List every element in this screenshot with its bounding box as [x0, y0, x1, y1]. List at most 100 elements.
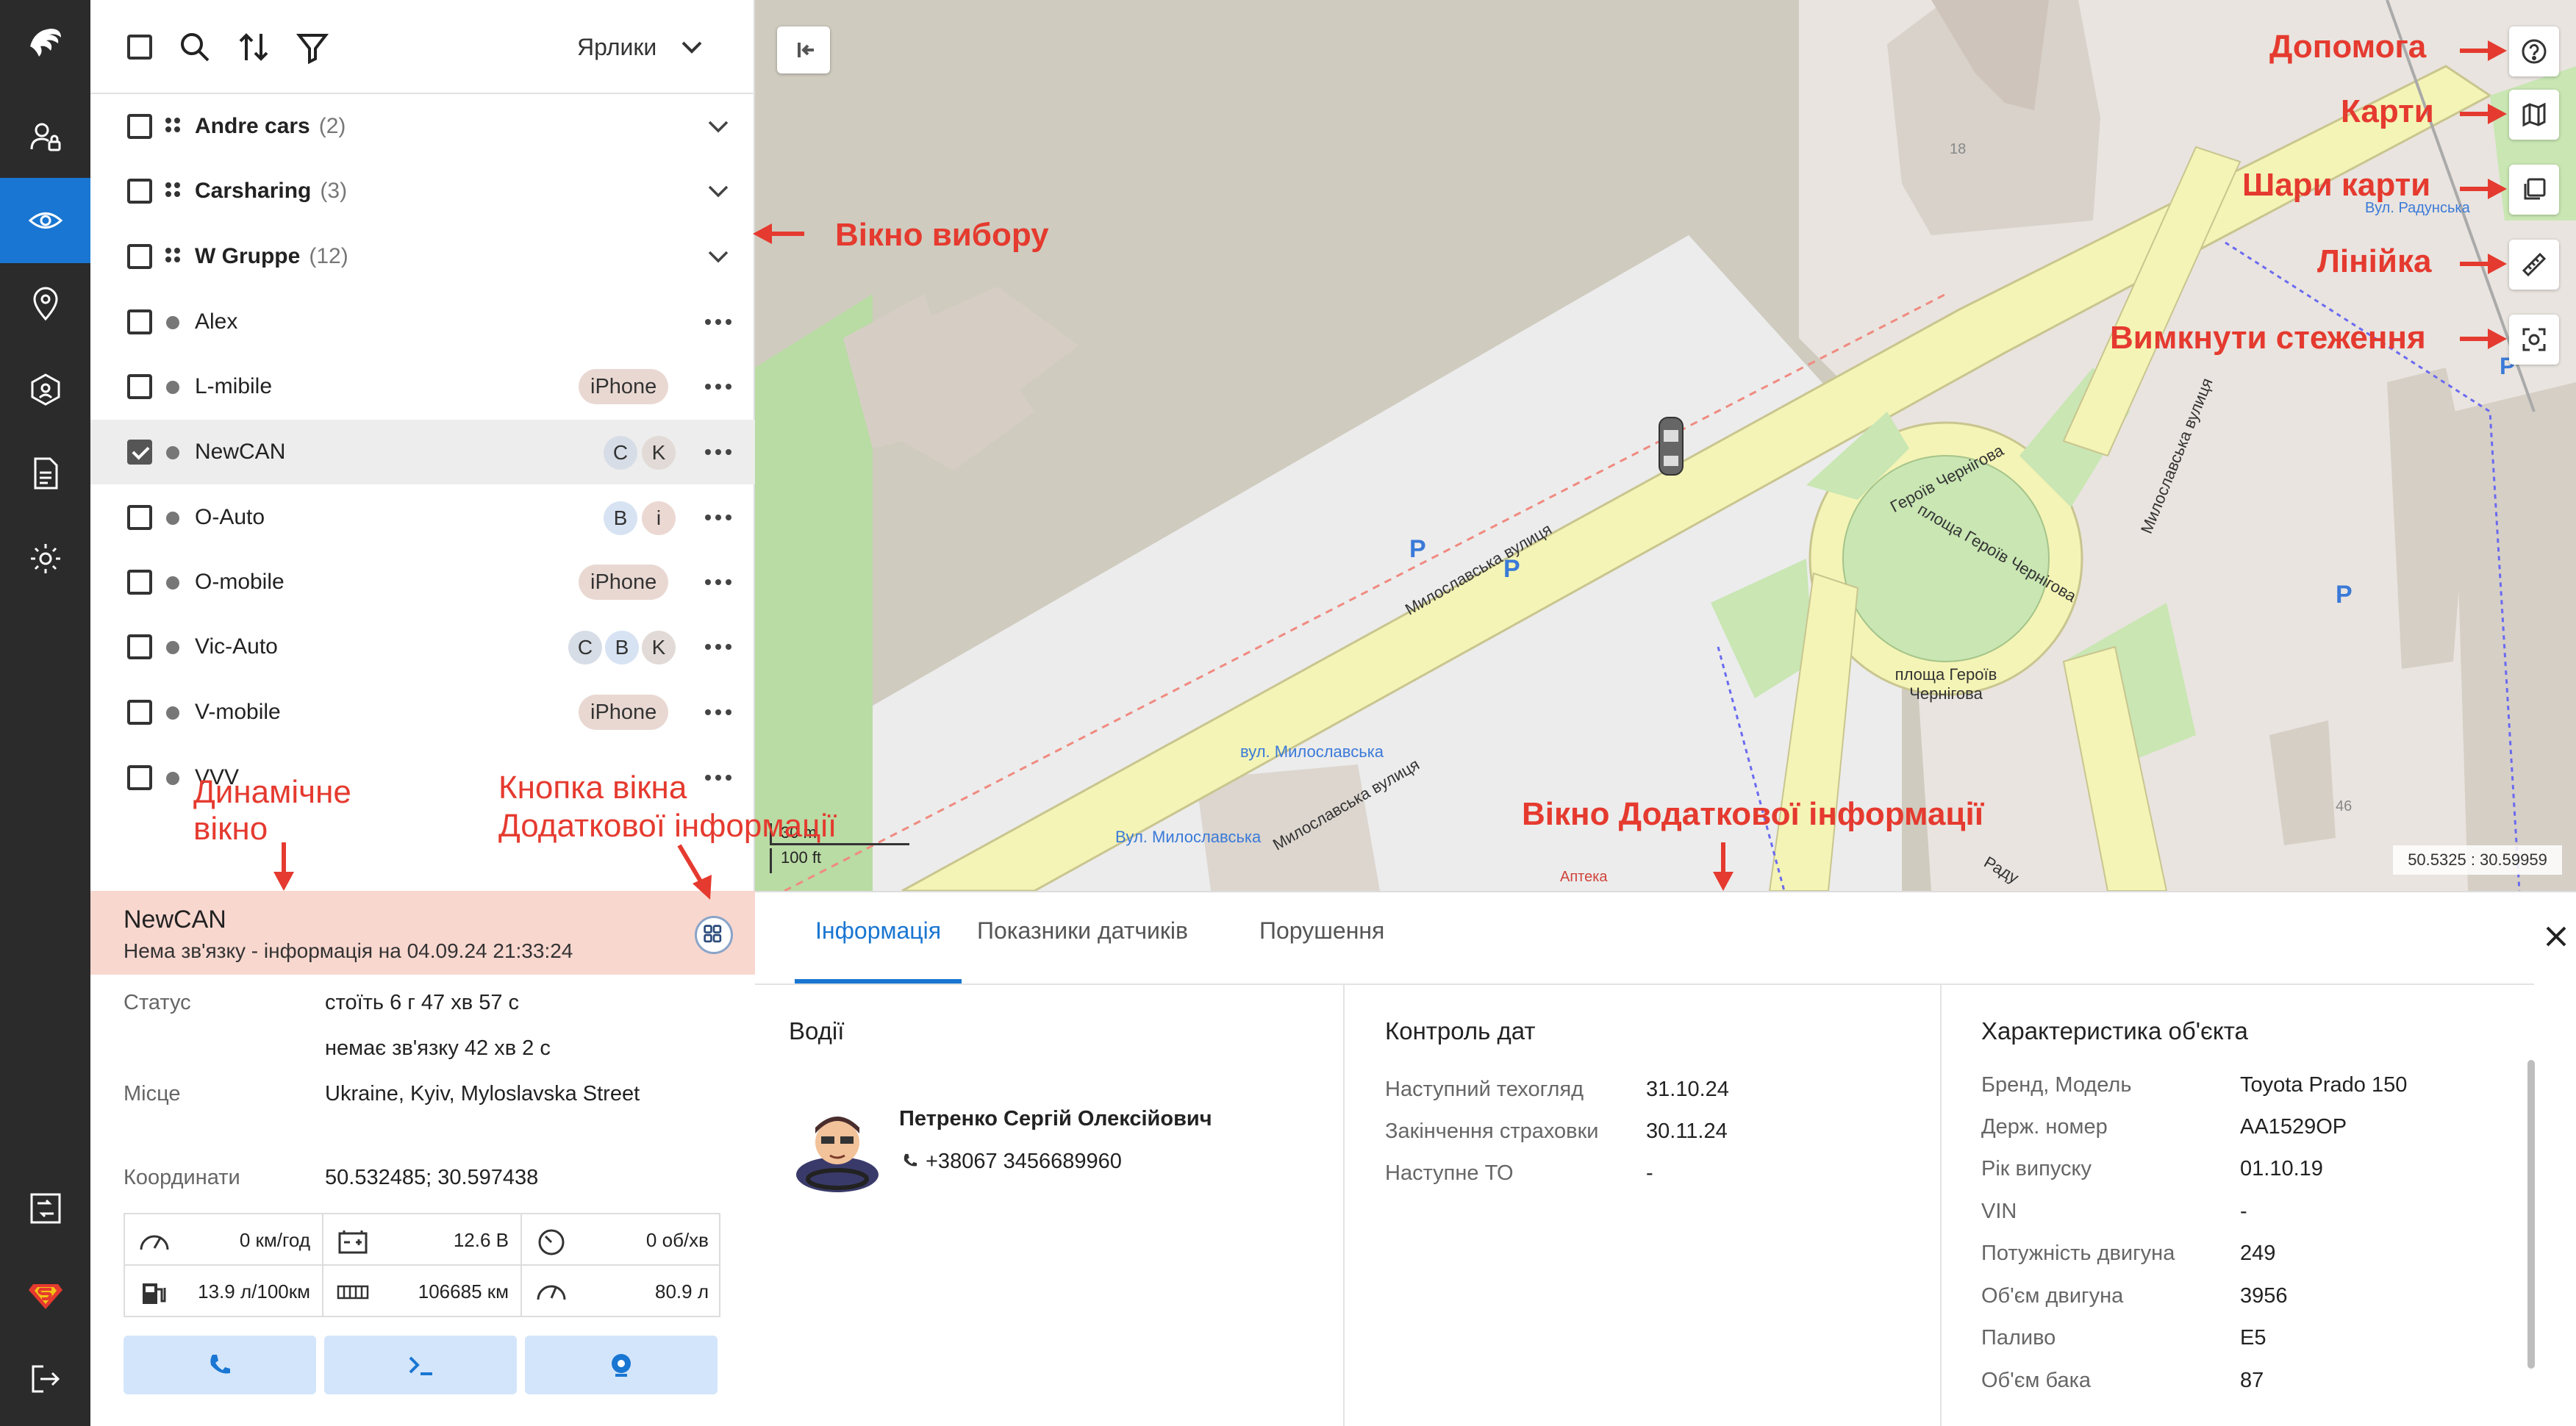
annotation-selection-window: Вікно вибору — [835, 217, 1049, 253]
unit-row[interactable]: Vic-Auto C B K — [90, 615, 755, 679]
unit-name: Alex — [195, 309, 238, 334]
row-checkbox[interactable] — [127, 700, 152, 725]
group-row-w-gruppe[interactable]: W Gruppe (12) — [90, 224, 755, 289]
row-checkbox[interactable] — [127, 179, 152, 204]
close-icon[interactable] — [2544, 925, 2568, 948]
group-icon — [165, 182, 180, 197]
more-options-icon[interactable] — [702, 767, 734, 788]
sort-icon[interactable] — [236, 29, 271, 65]
map-layers-button[interactable] — [2509, 165, 2559, 215]
scrollbar[interactable] — [2527, 1060, 2535, 1369]
driver-phone: +38067 3456689960 — [926, 1150, 1122, 1173]
chevron-down-icon[interactable] — [706, 115, 730, 138]
status-dot — [166, 446, 179, 459]
fuel-pump-icon — [143, 1283, 166, 1304]
more-options-icon[interactable] — [702, 637, 734, 657]
location-pin-icon[interactable] — [0, 262, 90, 347]
row-checkbox[interactable] — [127, 440, 152, 465]
maps-button[interactable] — [2509, 90, 2559, 140]
more-options-icon[interactable] — [702, 702, 734, 723]
arrow-down-icon — [1713, 842, 1734, 891]
row-checkbox[interactable] — [127, 505, 152, 530]
unit-row[interactable]: O-Auto B i — [90, 485, 755, 550]
row-checkbox[interactable] — [127, 374, 152, 399]
more-options-icon[interactable] — [702, 376, 734, 397]
date-value: 31.10.24 — [1646, 1078, 1729, 1101]
call-button[interactable] — [124, 1336, 316, 1394]
dynamic-window-header: NewCAN Нема зв'язку - інформація на 04.0… — [90, 891, 755, 975]
chevron-down-icon[interactable] — [706, 179, 730, 203]
driver-avatar-icon — [796, 1117, 879, 1192]
superman-avatar-icon[interactable] — [0, 1253, 90, 1338]
user-lock-icon[interactable] — [0, 94, 90, 179]
more-options-icon[interactable] — [702, 442, 734, 462]
unit-row[interactable]: Alex — [90, 290, 755, 354]
select-all-checkbox[interactable] — [127, 35, 152, 60]
annotation-info-button-l1: Кнопка вікна — [498, 770, 687, 806]
row-checkbox[interactable] — [127, 114, 152, 139]
unit-row[interactable]: L-mibile iPhone — [90, 354, 755, 419]
row-checkbox[interactable] — [127, 309, 152, 334]
arrow-right-icon — [2460, 179, 2507, 199]
labels-select[interactable]: Ярлики — [577, 29, 656, 65]
char-label: Об'єм бака — [1981, 1369, 2092, 1392]
filter-icon[interactable] — [295, 29, 330, 65]
map-view[interactable]: Милославська вулиця Милославська вулиця … — [755, 0, 2576, 891]
more-options-icon[interactable] — [702, 312, 734, 332]
status-value: стоїть 6 г 47 хв 57 с — [325, 991, 520, 1014]
char-label: Потужність двигуна — [1981, 1242, 2175, 1265]
ruler-button[interactable] — [2509, 240, 2559, 290]
arrow-down-icon — [273, 842, 294, 891]
label-pill: iPhone — [579, 695, 669, 730]
row-checkbox[interactable] — [127, 244, 152, 269]
label-tag: i — [642, 501, 676, 535]
unit-row[interactable]: V-mobile iPhone — [90, 680, 755, 745]
camera-button[interactable] — [525, 1336, 718, 1394]
status-dot — [166, 381, 179, 394]
search-icon[interactable] — [177, 29, 212, 65]
chevron-down-icon[interactable] — [679, 34, 705, 60]
char-label: Бренд, Модель — [1981, 1073, 2132, 1097]
label-tag: C — [604, 436, 637, 470]
disable-tracking-button[interactable] — [2509, 315, 2559, 365]
report-document-icon[interactable] — [0, 431, 90, 516]
switch-panel-icon[interactable] — [0, 1166, 90, 1251]
unit-name: O-Auto — [195, 505, 265, 529]
tab-violations[interactable]: Порушення — [1259, 892, 1384, 983]
eagle-logo-icon[interactable] — [0, 0, 90, 85]
group-row-carsharing[interactable]: Carsharing (3) — [90, 159, 755, 223]
additional-info-button[interactable] — [695, 916, 733, 954]
command-button[interactable] — [324, 1336, 517, 1394]
group-row-andre-cars[interactable]: Andre cars (2) — [90, 94, 755, 159]
help-button[interactable] — [2509, 26, 2559, 76]
layers-icon — [2524, 178, 2546, 200]
tachometer-icon — [538, 1229, 565, 1255]
label-pill: iPhone — [579, 565, 669, 600]
row-checkbox[interactable] — [127, 765, 152, 790]
unit-name: V-mobile — [195, 700, 281, 724]
label-tag: C — [568, 631, 602, 664]
date-control-title: Контроль дат — [1385, 1017, 1536, 1045]
scale-feet: 100 ft — [770, 848, 909, 873]
row-checkbox[interactable] — [127, 634, 152, 659]
status-dot — [166, 641, 179, 654]
status-dot — [166, 512, 179, 525]
chevron-down-icon[interactable] — [706, 245, 730, 268]
logout-icon[interactable] — [0, 1336, 90, 1422]
map-building-number: 18 — [1950, 141, 1967, 157]
settings-gear-icon[interactable] — [0, 516, 90, 601]
more-options-icon[interactable] — [702, 507, 734, 528]
status-dot — [166, 772, 179, 785]
phone-icon — [210, 1355, 230, 1374]
collapse-panel-button[interactable] — [777, 26, 830, 74]
eye-icon[interactable] — [0, 178, 90, 263]
geozone-icon[interactable] — [0, 347, 90, 432]
tab-information[interactable]: Інформація — [795, 892, 962, 983]
row-checkbox[interactable] — [127, 570, 152, 595]
arrow-down-right-icon — [677, 844, 712, 900]
more-options-icon[interactable] — [702, 572, 734, 592]
object-name: NewCAN — [124, 906, 226, 934]
tab-sensor-readings[interactable]: Показники датчиків — [977, 892, 1188, 983]
unit-row-selected[interactable]: NewCAN C K — [90, 420, 755, 484]
unit-row[interactable]: O-mobile iPhone — [90, 550, 755, 615]
